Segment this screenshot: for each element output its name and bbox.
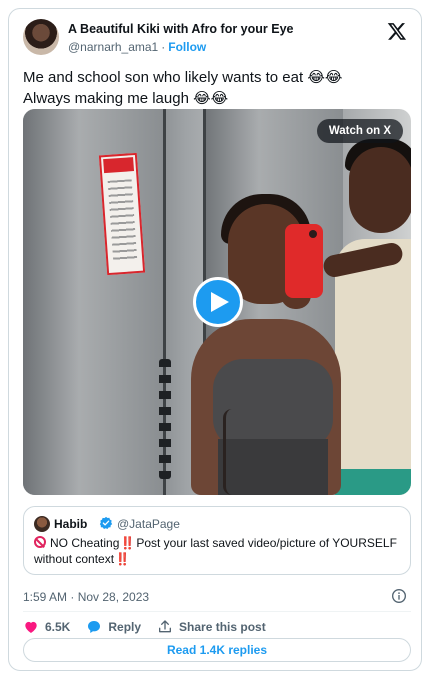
reply-label: Reply bbox=[108, 620, 142, 634]
quoted-avatar bbox=[34, 516, 50, 532]
info-icon[interactable] bbox=[391, 588, 407, 604]
tweet-card: A Beautiful Kiki with Afro for your Eye … bbox=[8, 8, 422, 671]
play-icon bbox=[211, 292, 229, 312]
share-icon bbox=[159, 620, 172, 633]
x-logo-icon[interactable] bbox=[387, 21, 407, 41]
tweet-text: Me and school son who likely wants to ea… bbox=[23, 67, 413, 109]
author-name[interactable]: A Beautiful Kiki with Afro for your Eye bbox=[68, 22, 293, 36]
quoted-name: Habib bbox=[54, 517, 88, 531]
author-avatar[interactable] bbox=[23, 19, 59, 55]
quoted-text-part-3: without context bbox=[34, 552, 115, 566]
divider bbox=[23, 611, 411, 612]
video-player[interactable]: Watch on X bbox=[23, 109, 411, 495]
reply-button[interactable]: Reply bbox=[86, 619, 141, 635]
quoted-tweet[interactable]: Habib @JataPage NO Cheating‼️ Post your l… bbox=[23, 506, 411, 575]
author-handle-row: @narnarh_ama1 · Follow bbox=[68, 40, 206, 54]
like-button[interactable]: 6.5K bbox=[23, 619, 70, 635]
like-count: 6.5K bbox=[45, 620, 71, 634]
share-label: Share this post bbox=[179, 620, 266, 634]
separator-dot: · bbox=[161, 40, 166, 54]
video-person-right-head bbox=[349, 147, 411, 233]
play-button[interactable] bbox=[193, 277, 243, 327]
tweet-text-line-2: Always making me laugh 😂😂 bbox=[23, 90, 229, 107]
action-bar: 6.5K Reply Share this post bbox=[23, 616, 282, 638]
heart-icon bbox=[25, 621, 37, 633]
elevator-button-panel bbox=[159, 359, 171, 479]
bag-strap bbox=[223, 409, 241, 495]
red-phone bbox=[285, 224, 323, 298]
tweet-timestamp[interactable]: 1:59 AM · Nov 28, 2023 bbox=[23, 590, 149, 604]
reply-bubble-icon bbox=[88, 621, 101, 633]
quoted-text-part-1: NO Cheating bbox=[50, 536, 120, 550]
elevator-door-left bbox=[23, 109, 163, 495]
verified-badge-icon bbox=[99, 516, 113, 529]
watch-on-x-button[interactable]: Watch on X bbox=[316, 119, 403, 143]
quoted-text: NO Cheating‼️ Post your last saved video/… bbox=[34, 535, 404, 567]
double-exclamation-icon: ‼️ bbox=[120, 536, 135, 550]
read-replies-button[interactable]: Read 1.4K replies bbox=[23, 638, 411, 662]
author-handle[interactable]: @narnarh_ama1 bbox=[68, 40, 158, 54]
double-exclamation-icon: ‼️ bbox=[115, 552, 130, 566]
prohibited-icon bbox=[34, 536, 46, 548]
quoted-text-part-2: Post your last saved video/picture of YO… bbox=[136, 536, 397, 550]
share-button[interactable]: Share this post bbox=[157, 619, 266, 635]
follow-button[interactable]: Follow bbox=[168, 40, 206, 54]
video-person-right-pants bbox=[335, 469, 411, 495]
video-person-right-body bbox=[335, 239, 411, 495]
tweet-text-line-1: Me and school son who likely wants to ea… bbox=[23, 69, 343, 86]
quoted-handle: @JataPage bbox=[117, 517, 180, 531]
